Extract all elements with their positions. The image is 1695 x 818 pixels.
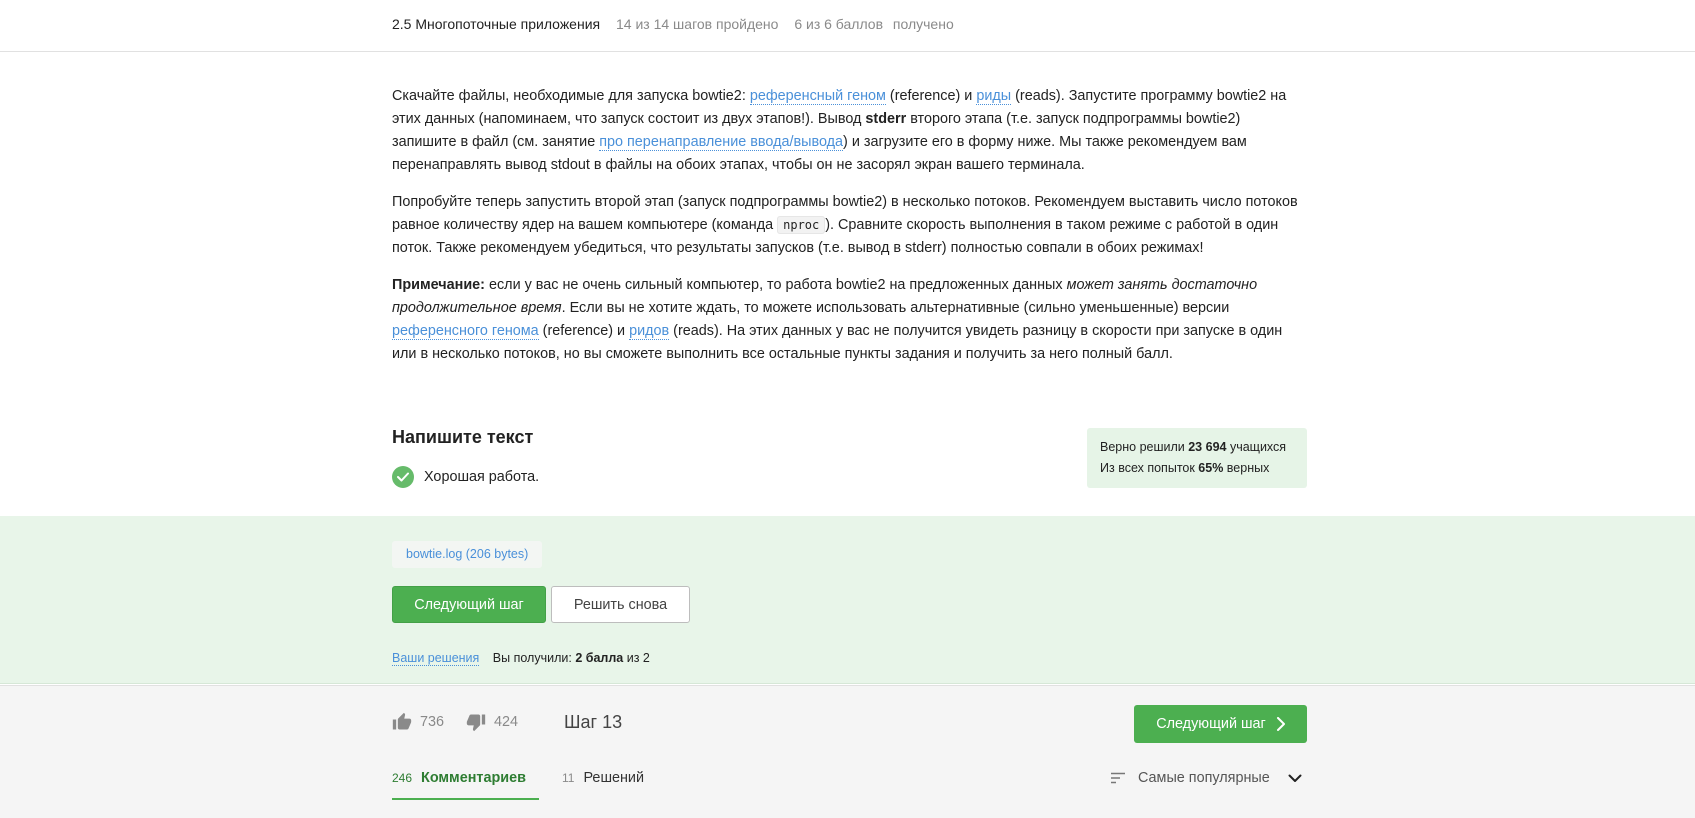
- sort-dropdown[interactable]: Самые популярные: [1110, 770, 1302, 786]
- tab-comments[interactable]: 246 Комментариев: [392, 770, 539, 800]
- text: верных: [1223, 461, 1270, 475]
- result-points: 2 балла: [575, 651, 624, 665]
- score-progress: 6 из 6 баллов: [794, 16, 884, 32]
- solved-count: 23 694: [1188, 440, 1227, 454]
- chevron-right-icon: [1276, 717, 1285, 731]
- dislikes-count: 424: [494, 714, 519, 730]
- task-title: Напишите текст: [392, 427, 534, 447]
- small-genome-link[interactable]: референсного генома: [392, 323, 539, 340]
- feedback-row: Хорошая работа.: [392, 466, 539, 488]
- thumbs-down-icon: [466, 714, 486, 732]
- result-row: Ваши решения Вы получили: 2 балла из 2: [392, 651, 650, 666]
- sort-label: Самые популярные: [1138, 770, 1270, 786]
- like-button[interactable]: 736: [392, 712, 444, 732]
- text: Верно решили: [1100, 440, 1189, 454]
- attempts-stat: Из всех попыток 65% верных: [1100, 458, 1294, 479]
- genome-link[interactable]: референсный геном: [749, 88, 886, 105]
- text: (reference) и: [538, 323, 630, 339]
- your-solutions-link[interactable]: Ваши решения: [392, 651, 480, 666]
- submission-area: [0, 516, 1695, 684]
- redirect-lesson-link[interactable]: про перенаправление ввода/вывода: [599, 134, 844, 151]
- text: . Если вы не хотите ждать, то можете исп…: [561, 300, 1230, 316]
- uploaded-file-link[interactable]: bowtie.log (206 bytes): [392, 541, 543, 568]
- solved-stat: Верно решили 23 694 учащихся: [1100, 437, 1294, 458]
- score-suffix: получено: [892, 16, 954, 32]
- result-prefix: Вы получили:: [492, 651, 576, 665]
- reads-link[interactable]: риды: [976, 88, 1012, 105]
- step-footer: [0, 685, 1695, 818]
- lesson-title[interactable]: 2.5 Многопоточные приложения: [392, 16, 600, 32]
- comments-label: Комментариев: [421, 770, 526, 786]
- text: Скачайте файлы, необходимые для запуска …: [392, 88, 750, 104]
- feedback-text: Хорошая работа.: [424, 469, 540, 485]
- stats-panel: Верно решили 23 694 учащихся Из всех поп…: [1087, 428, 1307, 488]
- next-step-button[interactable]: Следующий шаг: [392, 586, 546, 623]
- tab-solutions[interactable]: 11 Решений: [562, 770, 644, 800]
- steps-progress: 14 из 14 шагов пройдено: [616, 16, 779, 32]
- step-text: Скачайте файлы, необходимые для запуска …: [392, 85, 1307, 380]
- step-number: Шаг 13: [564, 712, 623, 732]
- nproc-code: nproc: [777, 216, 826, 234]
- text: если у вас не очень сильный компьютер, т…: [484, 277, 1067, 293]
- paragraph-3: Примечание: если у вас не очень сильный …: [392, 274, 1307, 366]
- solutions-label: Решений: [583, 770, 645, 786]
- footer-next-step-button[interactable]: Следующий шаг: [1134, 705, 1307, 743]
- likes-count: 736: [420, 714, 445, 730]
- thumbs-up-icon: [392, 712, 412, 730]
- solutions-count: 11: [562, 771, 575, 785]
- lesson-header: 2.5 Многопоточные приложения 14 из 14 ша…: [0, 0, 1695, 52]
- paragraph-1: Скачайте файлы, необходимые для запуска …: [392, 85, 1307, 177]
- result-suffix: из 2: [623, 651, 650, 665]
- footer-next-step-label: Следующий шаг: [1156, 716, 1266, 732]
- stderr-bold: stderr: [865, 111, 907, 127]
- dislike-button[interactable]: 424: [466, 712, 518, 732]
- comments-count: 246: [392, 771, 413, 785]
- text: Из всех попыток: [1100, 461, 1199, 475]
- small-reads-link[interactable]: ридов: [629, 323, 670, 340]
- paragraph-2: Попробуйте теперь запустить второй этап …: [392, 191, 1307, 260]
- note-label: Примечание:: [392, 277, 485, 293]
- text: (reference) и: [885, 88, 977, 104]
- text: учащихся: [1226, 440, 1287, 454]
- chevron-down-icon: [1288, 774, 1302, 782]
- attempts-percent: 65%: [1198, 461, 1224, 475]
- solve-again-button[interactable]: Решить снова: [551, 586, 690, 623]
- check-icon: [392, 466, 414, 488]
- sort-icon: [1111, 772, 1125, 784]
